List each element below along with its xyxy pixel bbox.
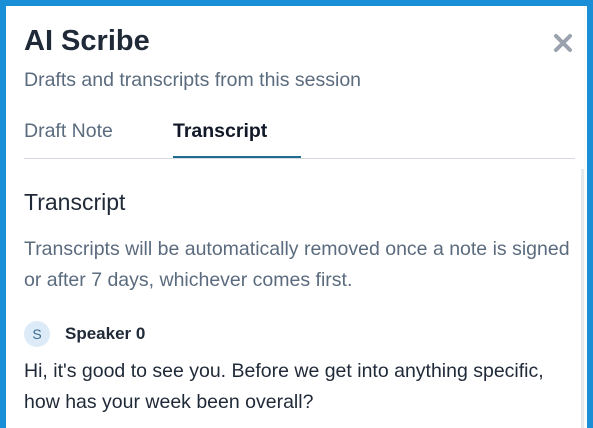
close-icon[interactable]	[551, 31, 575, 55]
panel-title: AI Scribe	[24, 25, 150, 57]
transcript-utterance: Hi, it's good to see you. Before we get …	[24, 360, 544, 413]
retention-notice: Transcripts will be automatically remove…	[24, 238, 570, 291]
scrollbar[interactable]	[581, 169, 584, 428]
tab-divider	[24, 158, 575, 159]
speaker-avatar: S	[24, 321, 50, 347]
tab-bar: Draft Note Transcript	[6, 116, 587, 160]
transcript-heading: Transcript	[24, 189, 126, 215]
ai-scribe-panel: AI Scribe Drafts and transcripts from th…	[6, 6, 587, 428]
tab-draft-note[interactable]: Draft Note	[24, 119, 113, 143]
speaker-name: Speaker 0	[65, 324, 146, 343]
tab-transcript[interactable]: Transcript	[173, 119, 267, 143]
panel-subtitle: Drafts and transcripts from this session	[24, 69, 362, 91]
